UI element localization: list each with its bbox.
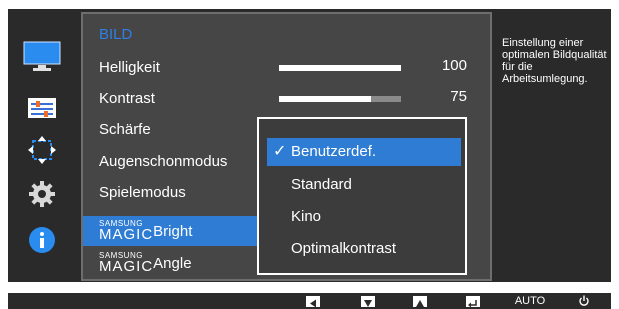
- menu-title: BILD: [99, 26, 133, 43]
- menu-item-label: Bright: [153, 222, 193, 240]
- help-text: Einstellung einer optimalen Bildqualität…: [502, 37, 607, 85]
- control-key-bar: AUTO: [8, 293, 611, 309]
- brand-big-label: MAGIC: [99, 226, 154, 243]
- auto-button[interactable]: AUTO: [512, 295, 548, 307]
- menu-item-label: Helligkeit: [99, 59, 160, 76]
- up-arrow-icon[interactable]: [413, 296, 427, 307]
- left-arrow-icon[interactable]: [306, 296, 320, 308]
- samsung-magic-logo: SAMSUNG MAGIC: [99, 252, 154, 275]
- menu-item-sharpness[interactable]: Schärfe: [83, 115, 265, 145]
- position-icon[interactable]: [22, 133, 62, 167]
- menu-item-label: Augenschonmodus: [99, 153, 228, 170]
- contrast-slider[interactable]: [279, 96, 401, 102]
- brightness-slider-fill: [279, 65, 401, 71]
- dropdown-option-dynamic-contrast[interactable]: Optimalkontrast: [267, 235, 461, 263]
- dropdown-option-label: Optimalkontrast: [291, 240, 397, 257]
- magic-bright-dropdown[interactable]: ✓ Benutzerdef. Standard Kino Optimalkont…: [257, 117, 467, 275]
- dropdown-option-cinema[interactable]: Kino: [267, 203, 461, 231]
- brand-big-label: MAGIC: [99, 258, 154, 275]
- menu-item-brightness[interactable]: Helligkeit: [83, 53, 265, 83]
- menu-item-contrast[interactable]: Kontrast: [83, 84, 265, 114]
- dropdown-option-standard[interactable]: Standard: [267, 171, 461, 199]
- menu-item-label: Spielemodus: [99, 184, 186, 201]
- menu-item-magic-angle[interactable]: SAMSUNG MAGIC Angle: [83, 248, 265, 278]
- contrast-slider-fill: [279, 96, 371, 102]
- dropdown-option-label: Kino: [291, 208, 322, 225]
- gear-icon[interactable]: [22, 177, 62, 211]
- brightness-value: 100: [441, 57, 467, 74]
- checkmark-icon: ✓: [273, 143, 287, 160]
- power-icon[interactable]: [576, 295, 592, 307]
- brightness-slider[interactable]: [279, 65, 401, 71]
- menu-item-label: Schärfe: [99, 121, 151, 138]
- samsung-magic-logo: SAMSUNG MAGIC: [99, 220, 154, 243]
- osd-settings-icon[interactable]: [22, 91, 62, 125]
- menu-item-eye-saver-mode[interactable]: Augenschonmodus: [83, 147, 265, 177]
- menu-item-magic-bright[interactable]: SAMSUNG MAGIC Bright: [83, 216, 265, 246]
- dropdown-option-label: Standard: [291, 176, 352, 193]
- picture-icon[interactable]: [22, 39, 62, 73]
- enter-icon[interactable]: [466, 296, 480, 308]
- help-panel: Einstellung einer optimalen Bildqualität…: [492, 9, 611, 282]
- info-icon[interactable]: [22, 223, 62, 257]
- dropdown-option-label: Benutzerdef.: [291, 143, 377, 160]
- menu-item-game-mode[interactable]: Spielemodus: [83, 178, 265, 208]
- menu-item-label: Angle: [153, 254, 192, 272]
- menu-category-column: [8, 9, 76, 282]
- menu-item-label: Kontrast: [99, 90, 155, 107]
- down-arrow-icon[interactable]: [361, 296, 375, 307]
- contrast-value: 75: [450, 88, 467, 105]
- dropdown-option-custom[interactable]: ✓ Benutzerdef.: [267, 138, 461, 166]
